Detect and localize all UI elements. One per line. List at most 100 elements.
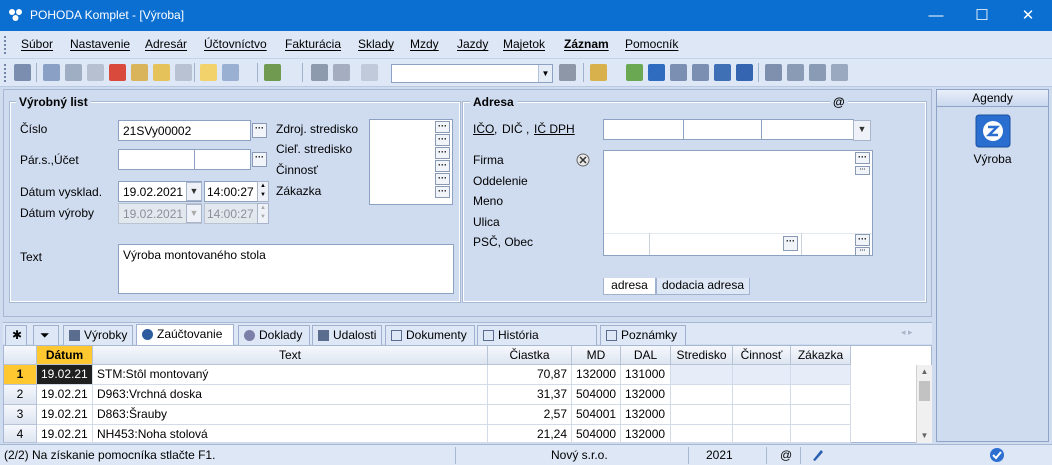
cell-dal[interactable]: 132000: [621, 425, 671, 443]
address-more-top[interactable]: ···: [855, 152, 870, 164]
cas-vysklad-input[interactable]: 14:00:27: [204, 181, 258, 202]
menu-zaznam[interactable]: Záznam: [564, 37, 609, 51]
cell-ciastka[interactable]: 21,24: [488, 425, 572, 443]
clear-address-icon[interactable]: [575, 152, 591, 168]
cell-text[interactable]: STM:Stôl montovaný: [93, 365, 488, 385]
cell-md[interactable]: 504001: [572, 405, 621, 425]
menu-nastavenie[interactable]: Nastavenie: [70, 37, 130, 51]
col-text[interactable]: Text: [93, 346, 488, 365]
menu-sklady[interactable]: Sklady: [358, 37, 394, 51]
close-button[interactable]: ✕: [1005, 0, 1051, 31]
pars-more-button[interactable]: ···: [252, 152, 267, 167]
icdph-link[interactable]: IČ DPH: [534, 122, 575, 136]
col-ciastka[interactable]: Čiastka: [488, 346, 572, 365]
clipboard-icon[interactable]: [361, 64, 378, 81]
cell-datum[interactable]: 19.02.21: [37, 425, 93, 443]
menu-pomocnik[interactable]: Pomocník: [625, 37, 678, 51]
cell-text[interactable]: NH453:Noha stolová: [93, 425, 488, 443]
toolbox-icon[interactable]: [590, 64, 607, 81]
print-preview-icon[interactable]: [87, 64, 104, 81]
menu-subor[interactable]: Súbor: [21, 37, 53, 51]
maximize-button[interactable]: ☐: [959, 0, 1005, 31]
ciel-more-button[interactable]: ···: [435, 134, 450, 146]
text-input[interactable]: Výroba montovaného stola: [118, 244, 454, 294]
menu-majetok[interactable]: Majetok: [503, 37, 545, 51]
agenda-vyroba-label[interactable]: Výroba: [937, 152, 1048, 166]
chevron-down-icon[interactable]: ▼: [538, 65, 552, 82]
email-at-icon[interactable]: @: [830, 95, 848, 109]
psc-more-button2[interactable]: ···: [855, 247, 870, 256]
cinnost-more-button[interactable]: ···: [435, 147, 450, 159]
email-icon[interactable]: [153, 64, 170, 81]
cell-ciastka[interactable]: 2,57: [488, 405, 572, 425]
ucet-input[interactable]: [194, 149, 251, 170]
cell-datum[interactable]: 19.02.21: [37, 365, 93, 385]
address-more-top2[interactable]: ···: [855, 166, 870, 175]
zakazka-more-button[interactable]: ···: [435, 173, 450, 185]
time-spinner[interactable]: ▲ ▼: [257, 181, 269, 202]
cinnost2-more-button[interactable]: ···: [435, 160, 450, 172]
col-zakazka[interactable]: Zákazka: [791, 346, 851, 365]
cell-text[interactable]: D863:Šrauby: [93, 405, 488, 425]
cislo-more-button[interactable]: ···: [252, 123, 267, 138]
cell-stredisko[interactable]: [671, 385, 733, 405]
icdph-input[interactable]: [761, 119, 854, 140]
window-icon[interactable]: [787, 64, 804, 81]
cell-cinnost[interactable]: [733, 365, 791, 385]
euro-icon[interactable]: [648, 64, 665, 81]
ok-check-icon[interactable]: [989, 447, 1005, 463]
cell-zakazka[interactable]: [791, 365, 851, 385]
col-dal[interactable]: DAL: [621, 346, 671, 365]
ico-link[interactable]: IČO: [473, 122, 494, 136]
monitor-icon[interactable]: [765, 64, 782, 81]
quick-search-combo[interactable]: ▼: [391, 64, 553, 83]
cell-ciastka[interactable]: 70,87: [488, 365, 572, 385]
pen-check-icon[interactable]: [811, 448, 825, 462]
scroll-thumb[interactable]: [919, 381, 930, 401]
iban-icon[interactable]: [736, 64, 753, 81]
tab-asterisk[interactable]: ✱: [5, 325, 27, 345]
cell-cinnost[interactable]: [733, 425, 791, 443]
cislo-input[interactable]: 21SVy00002: [118, 120, 251, 141]
pars-input[interactable]: [118, 149, 195, 170]
cell-stredisko[interactable]: [671, 405, 733, 425]
obec-more-button[interactable]: ···: [783, 236, 798, 251]
filter-icon[interactable]: [559, 64, 576, 81]
tabs-scroll-arrows[interactable]: ◂ ▸: [901, 327, 913, 338]
tab-dodacia-adresa[interactable]: dodacia adresa: [656, 278, 750, 295]
tab-udalosti[interactable]: Udalosti: [312, 325, 382, 345]
cancel-edit-icon[interactable]: [333, 64, 350, 81]
first-record-icon[interactable]: [14, 64, 31, 81]
cell-md[interactable]: 132000: [572, 365, 621, 385]
col-md[interactable]: MD: [572, 346, 621, 365]
scroll-down-icon[interactable]: ▼: [917, 429, 932, 443]
col-stredisko[interactable]: Stredisko: [671, 346, 733, 365]
chevron-down-icon[interactable]: ▼: [186, 182, 202, 201]
cell-zakazka[interactable]: [791, 405, 851, 425]
zakazka2-more-button[interactable]: ···: [435, 186, 450, 198]
chevron-down-icon[interactable]: ▼: [853, 120, 871, 141]
export-icon[interactable]: [131, 64, 148, 81]
col-cinnost[interactable]: Činnosť: [733, 346, 791, 365]
filter-tab-icon[interactable]: ⏷: [33, 325, 59, 345]
menu-adresar[interactable]: Adresár: [145, 37, 187, 51]
cell-dal[interactable]: 132000: [621, 405, 671, 425]
cell-zakazka[interactable]: [791, 425, 851, 443]
bank-icon[interactable]: [714, 64, 731, 81]
status-email-icon[interactable]: @: [780, 448, 792, 462]
copy-record-icon[interactable]: [43, 64, 60, 81]
edit-record-icon[interactable]: [222, 64, 239, 81]
menu-jazdy[interactable]: Jazdy: [457, 37, 488, 51]
calculator2-icon[interactable]: [692, 64, 709, 81]
tab-zauctovanie[interactable]: Zaúčtovanie: [136, 324, 234, 346]
calculator-icon[interactable]: [670, 64, 687, 81]
grid-vertical-scrollbar[interactable]: ▲ ▼: [916, 365, 932, 443]
minimize-button[interactable]: —: [913, 0, 959, 31]
scroll-up-icon[interactable]: ▲: [917, 365, 932, 379]
vyroba-agenda-icon[interactable]: [975, 114, 1011, 148]
cell-dal[interactable]: 132000: [621, 385, 671, 405]
save-icon[interactable]: [311, 64, 328, 81]
cell-text[interactable]: D963:Vrchná doska: [93, 385, 488, 405]
menu-uctovnictvo[interactable]: Účtovníctvo: [204, 37, 267, 51]
fax-icon[interactable]: [175, 64, 192, 81]
